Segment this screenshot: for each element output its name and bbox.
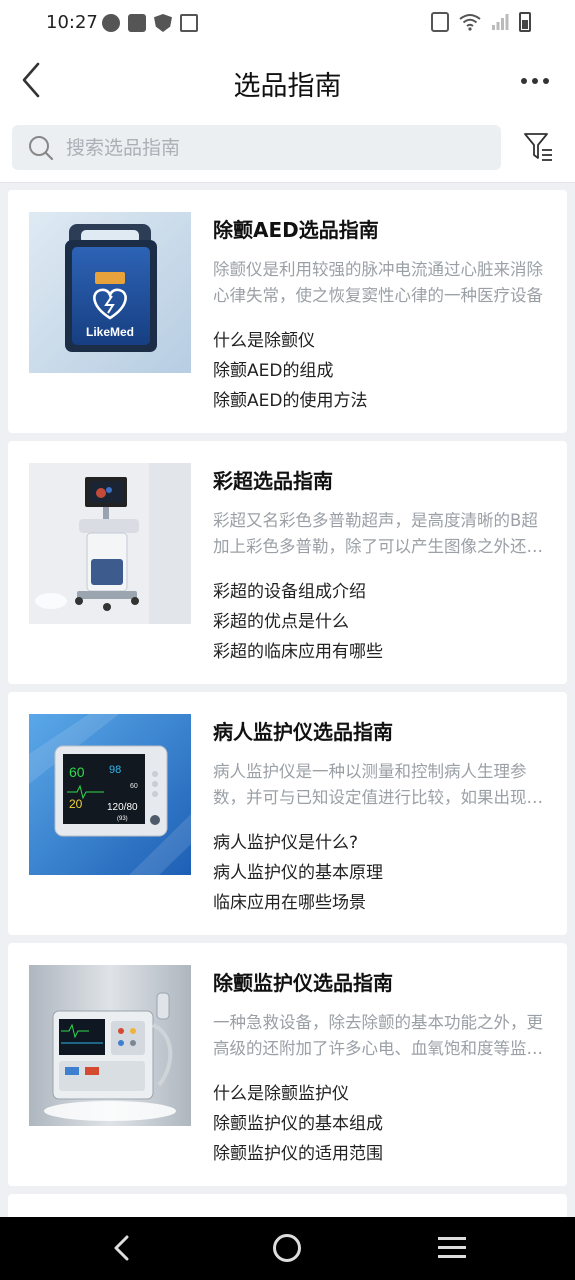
card-links: 什么是除颤仪 除颤AED的组成 除颤AED的使用方法 xyxy=(213,326,367,416)
guide-card-ultrasound[interactable]: 彩超选品指南 彩超又名彩色多普勒超声，是高度清晰的B超加上彩色多普勒，除了可以产… xyxy=(8,441,567,684)
nav-back-icon xyxy=(114,1235,129,1261)
card-link-defib-monitor-components[interactable]: 除颤监护仪的基本组成 xyxy=(213,1109,383,1139)
card-link-monitor-principle[interactable]: 病人监护仪的基本原理 xyxy=(213,858,383,888)
card-description: 彩超又名彩色多普勒超声，是高度清晰的B超加上彩色多普勒，除了可以产生图像之外还能… xyxy=(213,511,543,556)
search-row xyxy=(0,118,575,183)
wifi-icon xyxy=(459,14,481,31)
card-title: 病人监护仪选品指南 xyxy=(213,720,393,744)
monitor-hr-value: 60 xyxy=(69,764,85,780)
page-title: 选品指南 xyxy=(233,71,342,102)
card-links: 彩超的设备组成介绍 彩超的优点是什么 彩超的临床应用有哪些 xyxy=(213,577,383,667)
search-input[interactable] xyxy=(66,125,486,170)
clock-app-icon xyxy=(102,14,120,32)
header: 选品指南 xyxy=(0,48,575,118)
card-link-what-is-monitor[interactable]: 病人监护仪是什么? xyxy=(213,828,383,858)
guide-card-aed[interactable]: LikeMed 除颤AED选品指南 除颤仪是利用较强的脉冲电流通过心脏来消除心律… xyxy=(8,190,567,433)
card-link-ultrasound-advantages[interactable]: 彩超的优点是什么 xyxy=(213,607,383,637)
notification-icons xyxy=(102,14,198,32)
aed-device-image: LikeMed xyxy=(29,212,191,373)
search-icon xyxy=(29,136,54,161)
more-button[interactable] xyxy=(515,64,555,98)
card-link-aed-usage[interactable]: 除颤AED的使用方法 xyxy=(213,386,367,416)
card-title: 除颤监护仪选品指南 xyxy=(213,971,393,995)
monitor-map-value: (93) xyxy=(117,816,128,822)
status-time: 10:27 xyxy=(46,12,98,33)
guide-card-defibrillator-monitor[interactable]: 除颤监护仪选品指南 一种急救设备，除去除颤的基本功能之外，更高级的还附加了许多心… xyxy=(8,943,567,1186)
vibrate-icon xyxy=(431,12,449,32)
battery-icon xyxy=(519,12,531,32)
nav-back-button[interactable] xyxy=(105,1231,139,1265)
filter-button[interactable] xyxy=(523,130,555,164)
card-link-defib-monitor-scope[interactable]: 除颤监护仪的适用范围 xyxy=(213,1139,383,1169)
defibrillator-monitor-image xyxy=(29,965,191,1126)
card-links: 什么是除颤监护仪 除颤监护仪的基本组成 除颤监护仪的适用范围 xyxy=(213,1079,383,1169)
card-description: 除颤仪是利用较强的脉冲电流通过心脏来消除心律失常，使之恢复窦性心律的一种医疗设备 xyxy=(213,260,543,305)
card-link-what-is-defib-monitor[interactable]: 什么是除颤监护仪 xyxy=(213,1079,383,1109)
card-link-what-is-defibrillator[interactable]: 什么是除颤仪 xyxy=(213,326,367,356)
shield-icon xyxy=(154,14,172,32)
guide-list: LikeMed 除颤AED选品指南 除颤仪是利用较强的脉冲电流通过心脏来消除心律… xyxy=(8,190,567,1224)
mail-icon xyxy=(128,14,146,32)
card-title: 彩超选品指南 xyxy=(213,469,333,493)
card-title: 除颤AED选品指南 xyxy=(213,218,379,242)
monitor-resp-value: 20 xyxy=(69,797,83,811)
more-dots-icon xyxy=(521,78,527,84)
card-description: 一种急救设备，除去除颤的基本功能之外，更高级的还附加了许多心电、血氧饱和度等监护… xyxy=(213,1013,543,1058)
card-link-monitor-scenarios[interactable]: 临床应用在哪些场景 xyxy=(213,888,383,918)
signal-icon xyxy=(492,14,509,30)
system-nav-bar xyxy=(0,1217,575,1280)
filter-icon xyxy=(524,133,552,161)
patient-monitor-image: 60 98 60 20 120/80 (93) xyxy=(29,714,191,875)
aed-brand-text: LikeMed xyxy=(86,325,134,339)
calendar-icon xyxy=(180,14,198,32)
monitor-small-value: 60 xyxy=(130,783,138,790)
system-icons xyxy=(431,12,531,32)
card-link-ultrasound-clinical-use[interactable]: 彩超的临床应用有哪些 xyxy=(213,637,383,667)
color-ultrasound-image xyxy=(29,463,191,624)
search-box[interactable] xyxy=(12,125,501,170)
monitor-spo2-value: 98 xyxy=(109,764,121,776)
card-link-aed-components[interactable]: 除颤AED的组成 xyxy=(213,356,367,386)
nav-home-icon[interactable] xyxy=(273,1234,301,1262)
card-links: 病人监护仪是什么? 病人监护仪的基本原理 临床应用在哪些场景 xyxy=(213,828,383,918)
card-description: 病人监护仪是一种以测量和控制病人生理参数，并可与已知设定值进行比较，如果出现超标… xyxy=(213,762,543,807)
monitor-bp-value: 120/80 xyxy=(107,802,138,813)
guide-card-patient-monitor[interactable]: 60 98 60 20 120/80 (93) 病人监护仪选品指南 病人监护仪是… xyxy=(8,692,567,935)
card-link-ultrasound-components[interactable]: 彩超的设备组成介绍 xyxy=(213,577,383,607)
status-bar: 10:27 xyxy=(0,0,575,48)
nav-recent-icon[interactable] xyxy=(438,1237,466,1261)
